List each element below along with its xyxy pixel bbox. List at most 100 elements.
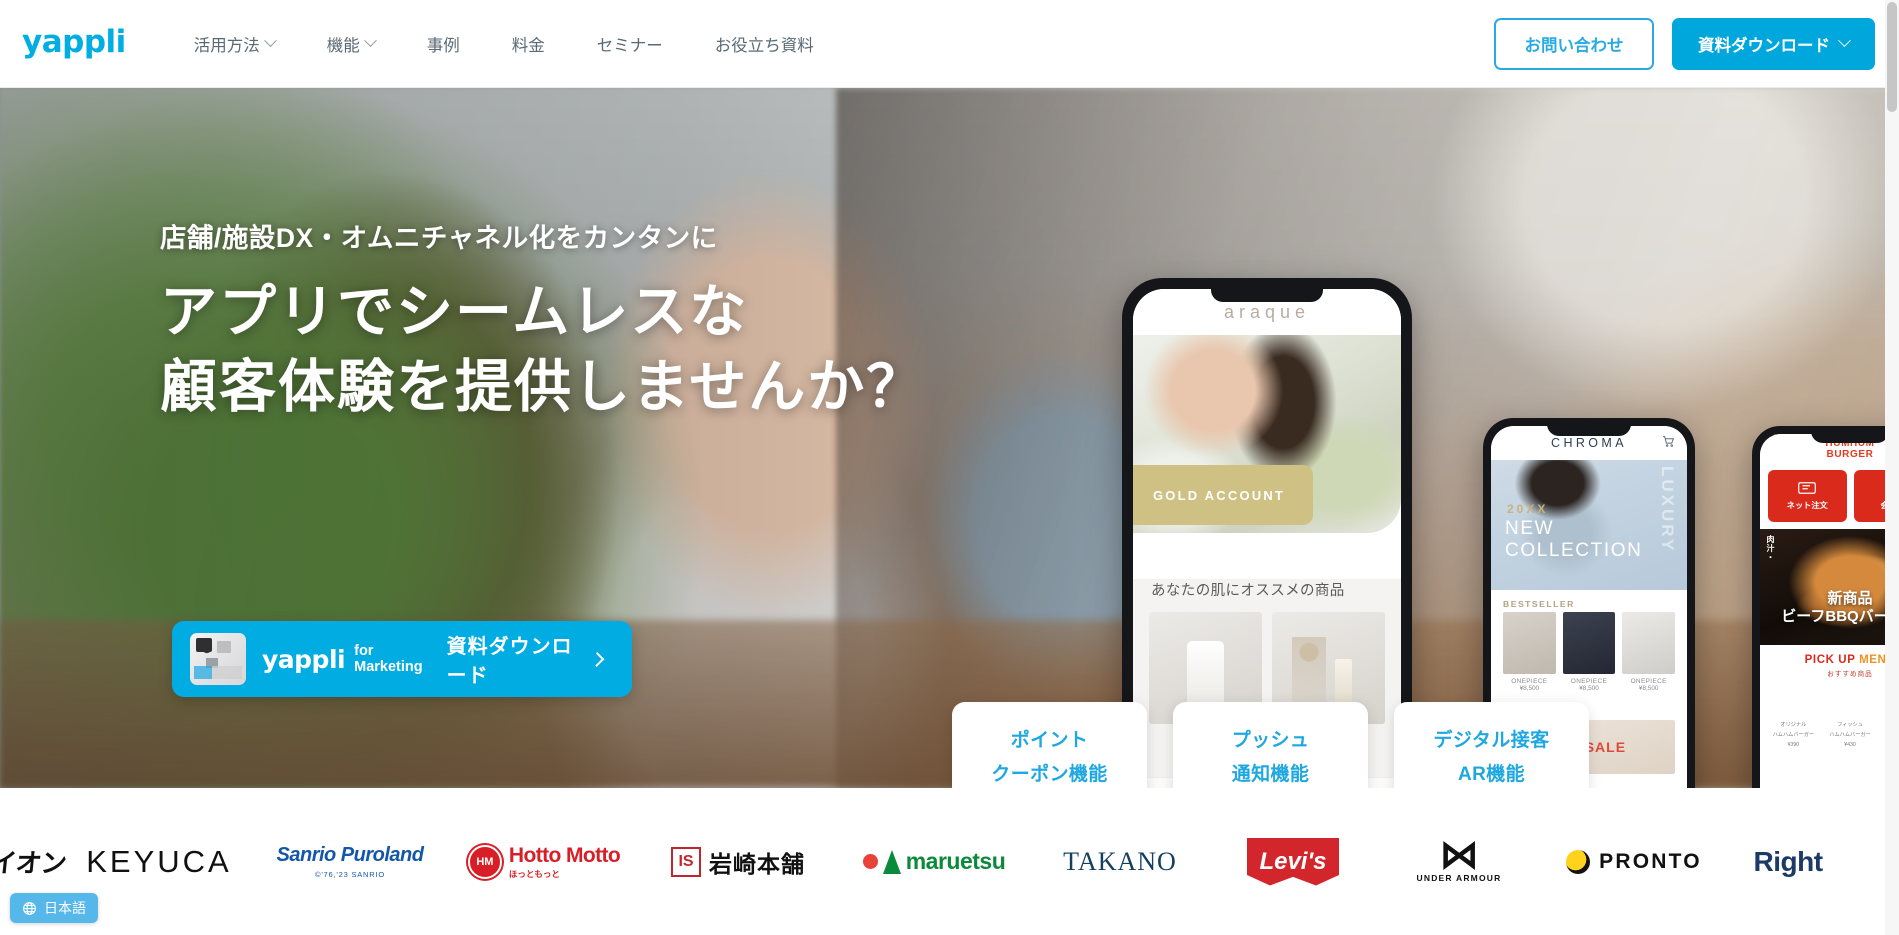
- burger-image: [1768, 685, 1819, 719]
- client-logo-takano: TAKANO: [1032, 823, 1208, 901]
- page-scrollbar[interactable]: [1885, 0, 1899, 935]
- burger-image: [1825, 755, 1876, 788]
- client-logo-iwasaki: IS 岩崎本舗: [640, 823, 836, 901]
- feature-card-push-notification[interactable]: プッシュ 通知機能: [1173, 702, 1368, 788]
- chevron-down-icon: [363, 34, 377, 48]
- page-root: yappli 活用方法 機能 事例 料金 セミナー お役立ち資料 お問い合わせ …: [0, 0, 1899, 935]
- header-actions: お問い合わせ 資料ダウンロード: [1494, 17, 1875, 70]
- hero-feature-cards: ポイント クーポン機能 プッシュ 通知機能 デジタル接客 AR機能: [952, 702, 1589, 788]
- hero-title-line2: 顧客体験を提供しませんか？: [160, 355, 926, 420]
- client-logo-right: Right: [1728, 823, 1848, 901]
- document-thumbnail-icon: [190, 633, 246, 685]
- menu-item-name: フィッシュ: [1837, 722, 1863, 728]
- underarmour-mark-icon: ⋈: [1438, 832, 1479, 877]
- chevron-down-icon: [1838, 34, 1851, 48]
- hottomotto-logo-text: Hotto Motto: [508, 843, 621, 867]
- globe-icon: [23, 901, 36, 915]
- nav-item-katsuyou[interactable]: 活用方法: [168, 32, 301, 56]
- cta-for-marketing-label: for Marketing: [354, 643, 423, 675]
- language-selector[interactable]: 日本語: [10, 893, 98, 923]
- right-logo-text: Right: [1753, 845, 1823, 877]
- menu-item-price: ¥390: [1787, 741, 1800, 748]
- cta-label: 資料ダウンロード: [446, 636, 573, 687]
- client-logo-hottomotto: HM Hotto Motto ほっともっと: [448, 823, 640, 901]
- product-card[interactable]: ONEPIECE ¥8,500: [1622, 612, 1676, 692]
- burger-image: [1825, 685, 1876, 719]
- feature-line2: AR機能: [1457, 764, 1526, 785]
- product-card[interactable]: ONEPIECE ¥8,500: [1562, 612, 1616, 692]
- hottomotto-logo-sub: ほっともっと: [508, 868, 560, 879]
- menu-item[interactable]: オリジナル ハムハムバーガー ¥390: [1768, 685, 1819, 748]
- humhum-menu: PICK UP MENU おすすめ商品 オリジナル ハムハムバーガー ¥390 …: [1760, 645, 1899, 788]
- chroma-product-row: ONEPIECE ¥8,500 ONEPIECE ¥8,500 ONEPIECE…: [1491, 612, 1687, 692]
- menu-item-name2: ハムハムバーガー: [1829, 731, 1871, 738]
- client-logo-pronto: PRONTO: [1540, 823, 1728, 901]
- maruetsu-leaf-icon: [882, 849, 901, 874]
- main-navigation: 活用方法 機能 事例 料金 セミナー お役立ち資料: [168, 32, 840, 56]
- hottomotto-badge-icon: HM: [467, 844, 502, 879]
- feature-card-point-coupon[interactable]: ポイント クーポン機能: [952, 702, 1147, 788]
- humhum-tag: 肉汁・: [1766, 535, 1775, 562]
- ticket-icon: [1798, 481, 1817, 494]
- product-name: ONEPIECE: [1570, 678, 1608, 685]
- phone-screen: HUMHUM BURGER ネット注文 会員証 肉汁・: [1760, 434, 1899, 788]
- pickup-red: PICK UP: [1804, 654, 1860, 666]
- hero-section: 店舗/施設DX・オムニチャネル化をカンタンに アプリでシームレスな 顧客体験を提…: [0, 88, 1899, 788]
- download-button-label: 資料ダウンロード: [1698, 36, 1830, 55]
- phone-notch: [1811, 426, 1889, 443]
- humhum-headline-line2: ビーフBBQバーガー: [1781, 608, 1899, 625]
- keyuca-logo-text: KEYUCA: [86, 843, 232, 879]
- nav-item-seminar[interactable]: セミナー: [571, 32, 689, 56]
- product-card[interactable]: ONEPIECE ¥8,500: [1503, 612, 1556, 692]
- phone-mockup-humhum: HUMHUM BURGER ネット注文 会員証 肉汁・: [1752, 426, 1899, 788]
- feature-line2: クーポン機能: [991, 764, 1108, 785]
- client-logo-underarmour: ⋈ UNDER ARMOUR: [1378, 823, 1540, 901]
- nav-label: 機能: [326, 36, 360, 55]
- product-price: ¥8,500: [1519, 685, 1540, 692]
- chevron-down-icon: [263, 34, 277, 48]
- chroma-headline: NEW COLLECTION: [1505, 518, 1642, 562]
- iwasaki-logo-text: 岩崎本舗: [709, 850, 805, 877]
- chroma-section-bestseller: BESTSELLER: [1503, 599, 1575, 609]
- menu-item-name: オリジナル: [1780, 722, 1807, 728]
- cart-icon[interactable]: [1662, 435, 1675, 448]
- humhum-tile-order[interactable]: ネット注文: [1768, 470, 1847, 522]
- product-name: ONEPIECE: [1511, 678, 1548, 685]
- product-image: [1622, 612, 1676, 674]
- takano-logo-text: TAKANO: [1063, 846, 1177, 876]
- nav-item-ryokin[interactable]: 料金: [486, 32, 571, 56]
- contact-button[interactable]: お問い合わせ: [1494, 17, 1654, 70]
- humhum-osusume: おすすめ商品: [1827, 671, 1873, 678]
- site-header: yappli 活用方法 機能 事例 料金 セミナー お役立ち資料 お問い合わせ …: [0, 0, 1899, 88]
- humhum-tile-label: ネット注文: [1786, 500, 1828, 510]
- humhum-hero-banner: 肉汁・ 新商品 ビーフBBQバーガー: [1760, 529, 1899, 645]
- client-logo-sanrio: Sanrio Puroland ©'76,'23 SANRIO: [252, 823, 448, 901]
- pronto-sun-icon: [1566, 849, 1591, 874]
- hero-subtitle: 店舗/施設DX・オムニチャネル化をカンタンに: [160, 223, 718, 253]
- scrollbar-thumb[interactable]: [1887, 2, 1897, 112]
- nav-label: 料金: [511, 36, 545, 55]
- nav-item-jirei[interactable]: 事例: [401, 32, 486, 56]
- iwasaki-mark-icon: IS: [671, 846, 701, 877]
- lion-logo-text: ライオン: [0, 848, 68, 878]
- hero-download-cta[interactable]: yappli for Marketing 資料ダウンロード: [172, 621, 632, 697]
- sanrio-logo-text: Sanrio Puroland: [276, 844, 424, 866]
- menu-item[interactable]: フィッシュ ハムハムバーガー ¥430: [1825, 685, 1876, 748]
- yappli-logo[interactable]: yappli: [22, 27, 126, 58]
- cta-yappli-wordmark: yappli: [262, 644, 346, 674]
- humhum-brand-line2: BURGER: [1826, 449, 1874, 460]
- humhum-pickup-heading: PICK UP MENU: [1760, 654, 1899, 666]
- hero-title-line1: アプリでシームレスな: [160, 280, 749, 344]
- nav-item-kinou[interactable]: 機能: [301, 32, 401, 56]
- product-image: [1503, 612, 1556, 674]
- menu-item[interactable]: [1825, 755, 1876, 788]
- chroma-year: 20XX: [1507, 502, 1549, 516]
- download-button[interactable]: 資料ダウンロード: [1672, 17, 1875, 70]
- nav-item-shiryou[interactable]: お役立ち資料: [689, 32, 840, 56]
- product-image: [1562, 612, 1616, 674]
- sanrio-copyright: ©'76,'23 SANRIO: [315, 870, 385, 879]
- phone-notch: [1547, 418, 1631, 436]
- menu-item[interactable]: [1768, 755, 1819, 788]
- feature-card-digital-ar[interactable]: デジタル接客 AR機能: [1394, 702, 1589, 788]
- client-logo-levis: Levi's: [1208, 823, 1378, 901]
